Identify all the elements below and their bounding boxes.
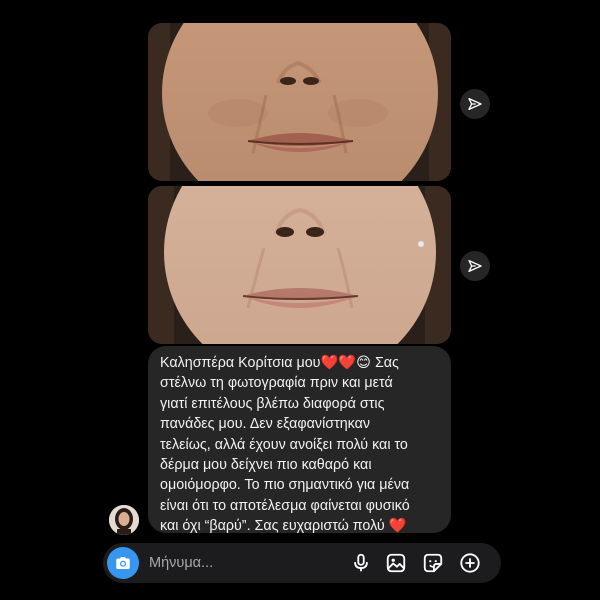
avatar[interactable] — [109, 505, 139, 535]
microphone-button[interactable] — [349, 551, 373, 575]
message-line: είναι ότι το αποτέλεσμα φαίνεται φυσικό — [160, 497, 410, 514]
message-line: γιατί επιτέλους βλέπω διαφορά στις — [160, 395, 385, 412]
photo-after[interactable] — [148, 186, 451, 344]
send-icon — [468, 260, 482, 272]
microphone-icon — [354, 553, 368, 572]
message-line: Καλησπέρα Κορίτσια μου❤️❤️😊 Σας — [160, 355, 399, 371]
message-composer — [103, 543, 501, 583]
camera-icon — [116, 557, 130, 569]
plus-icon — [460, 553, 480, 573]
message-line: ομοιόμορφο. Το πιο σημαντικό για μένα — [160, 477, 410, 494]
message-line: δέρμα μου δείχνει πιο καθαρό και — [160, 457, 372, 474]
message-line: στέλνω τη φωτογραφία πριν και μετά — [160, 375, 393, 392]
message-line: τελείως, αλλά έχουν ανοίξει πολύ και το — [160, 436, 408, 453]
sticker-button[interactable] — [421, 551, 445, 575]
add-button[interactable] — [458, 551, 482, 575]
photo-before[interactable] — [148, 23, 451, 181]
avatar-image — [109, 505, 139, 535]
camera-button[interactable] — [107, 547, 139, 579]
face-after-image — [148, 186, 451, 344]
sticker-icon — [423, 553, 443, 573]
share-button[interactable] — [460, 251, 490, 281]
gallery-icon — [386, 553, 406, 573]
share-button[interactable] — [460, 89, 490, 119]
message-line: και όχι “βαρύ”. Σας ευχαριστώ πολύ ❤️ — [160, 518, 407, 535]
message-input[interactable] — [149, 553, 329, 573]
gallery-button[interactable] — [384, 551, 408, 575]
send-icon — [468, 98, 482, 110]
face-before-image — [148, 23, 451, 181]
message-line: πανάδες μου. Δεν εξαφανίστηκαν — [160, 416, 371, 433]
message-bubble[interactable]: Καλησπέρα Κορίτσια μου❤️❤️😊 Σας στέλνω τ… — [148, 346, 451, 535]
